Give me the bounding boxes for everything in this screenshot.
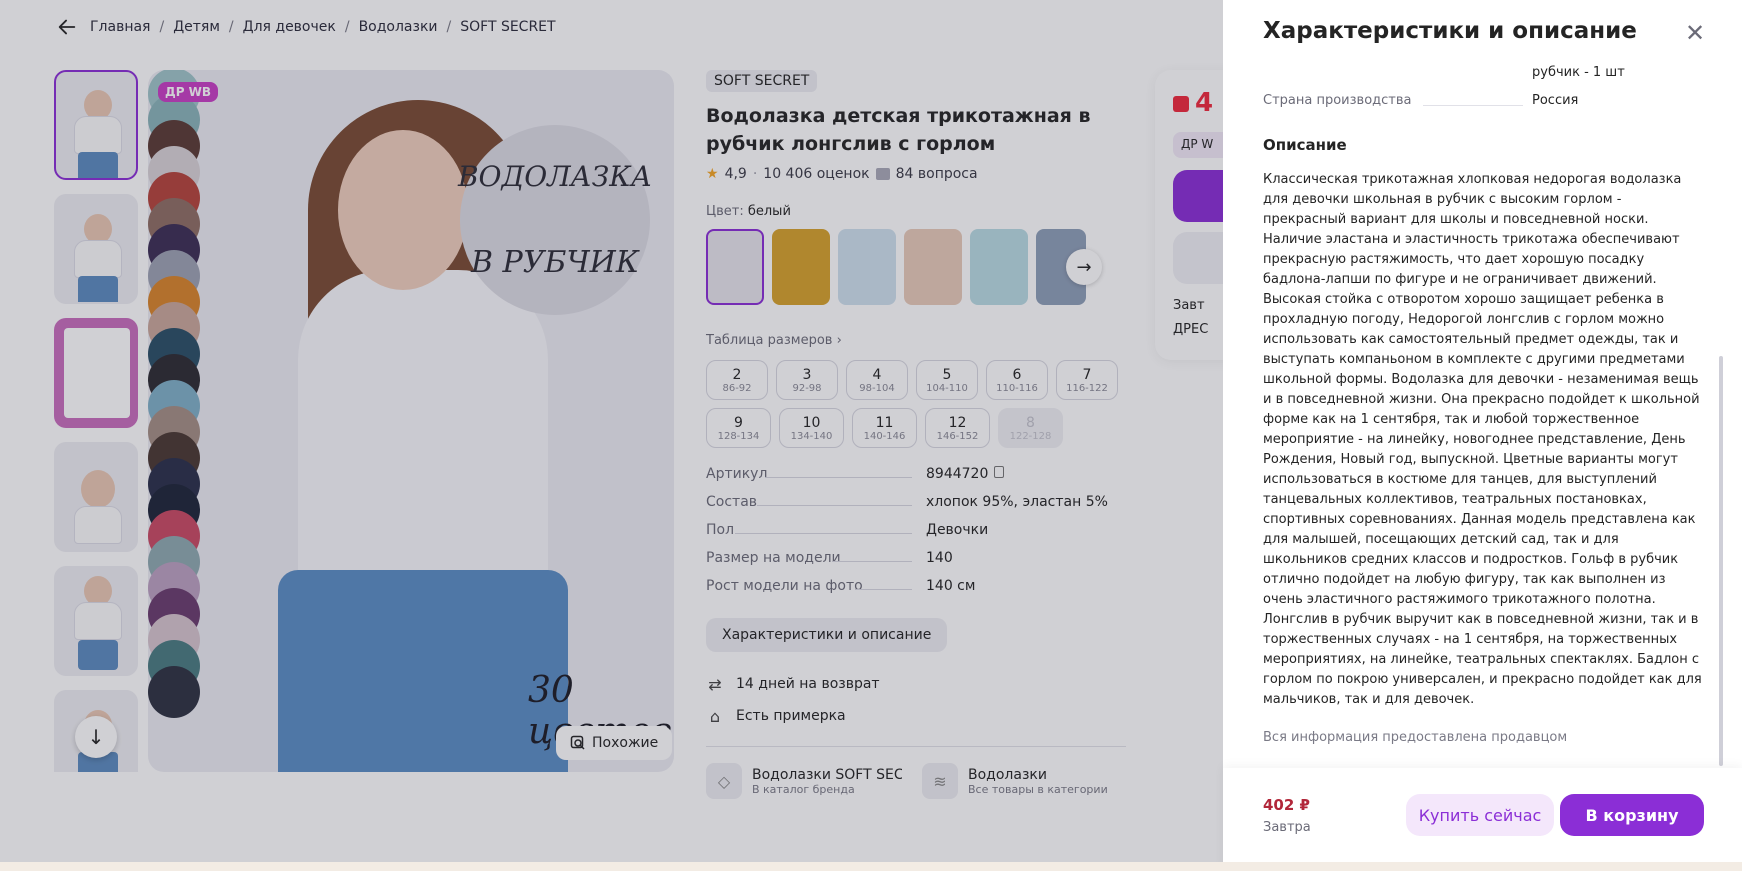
characteristics-panel: Характеристики и описание ✕ рубчик - 1 ш… <box>1223 0 1742 871</box>
panel-title: Характеристики и описание <box>1263 18 1637 44</box>
buy-now-button[interactable]: Купить сейчас <box>1406 794 1554 836</box>
country-value: Россия <box>1532 93 1579 108</box>
description-title: Описание <box>1263 136 1347 154</box>
panel-scrollbar[interactable] <box>1719 356 1723 766</box>
modal-backdrop[interactable] <box>0 0 1223 871</box>
footer-price: 402 ₽ <box>1263 796 1310 814</box>
dotted-line <box>1423 105 1523 106</box>
bottom-strip <box>0 862 1742 871</box>
panel-footer: 402 ₽ Завтра Купить сейчас В корзину <box>1223 768 1742 871</box>
seller-info-note: Вся информация предоставлена продавцом <box>1263 730 1568 745</box>
add-to-cart-button[interactable]: В корзину <box>1560 794 1704 836</box>
footer-delivery: Завтра <box>1263 820 1311 835</box>
description-text: Классическая трикотажная хлопковая недор… <box>1263 172 1702 707</box>
equipment-value: рубчик - 1 шт <box>1532 65 1625 80</box>
close-icon[interactable]: ✕ <box>1683 21 1707 46</box>
